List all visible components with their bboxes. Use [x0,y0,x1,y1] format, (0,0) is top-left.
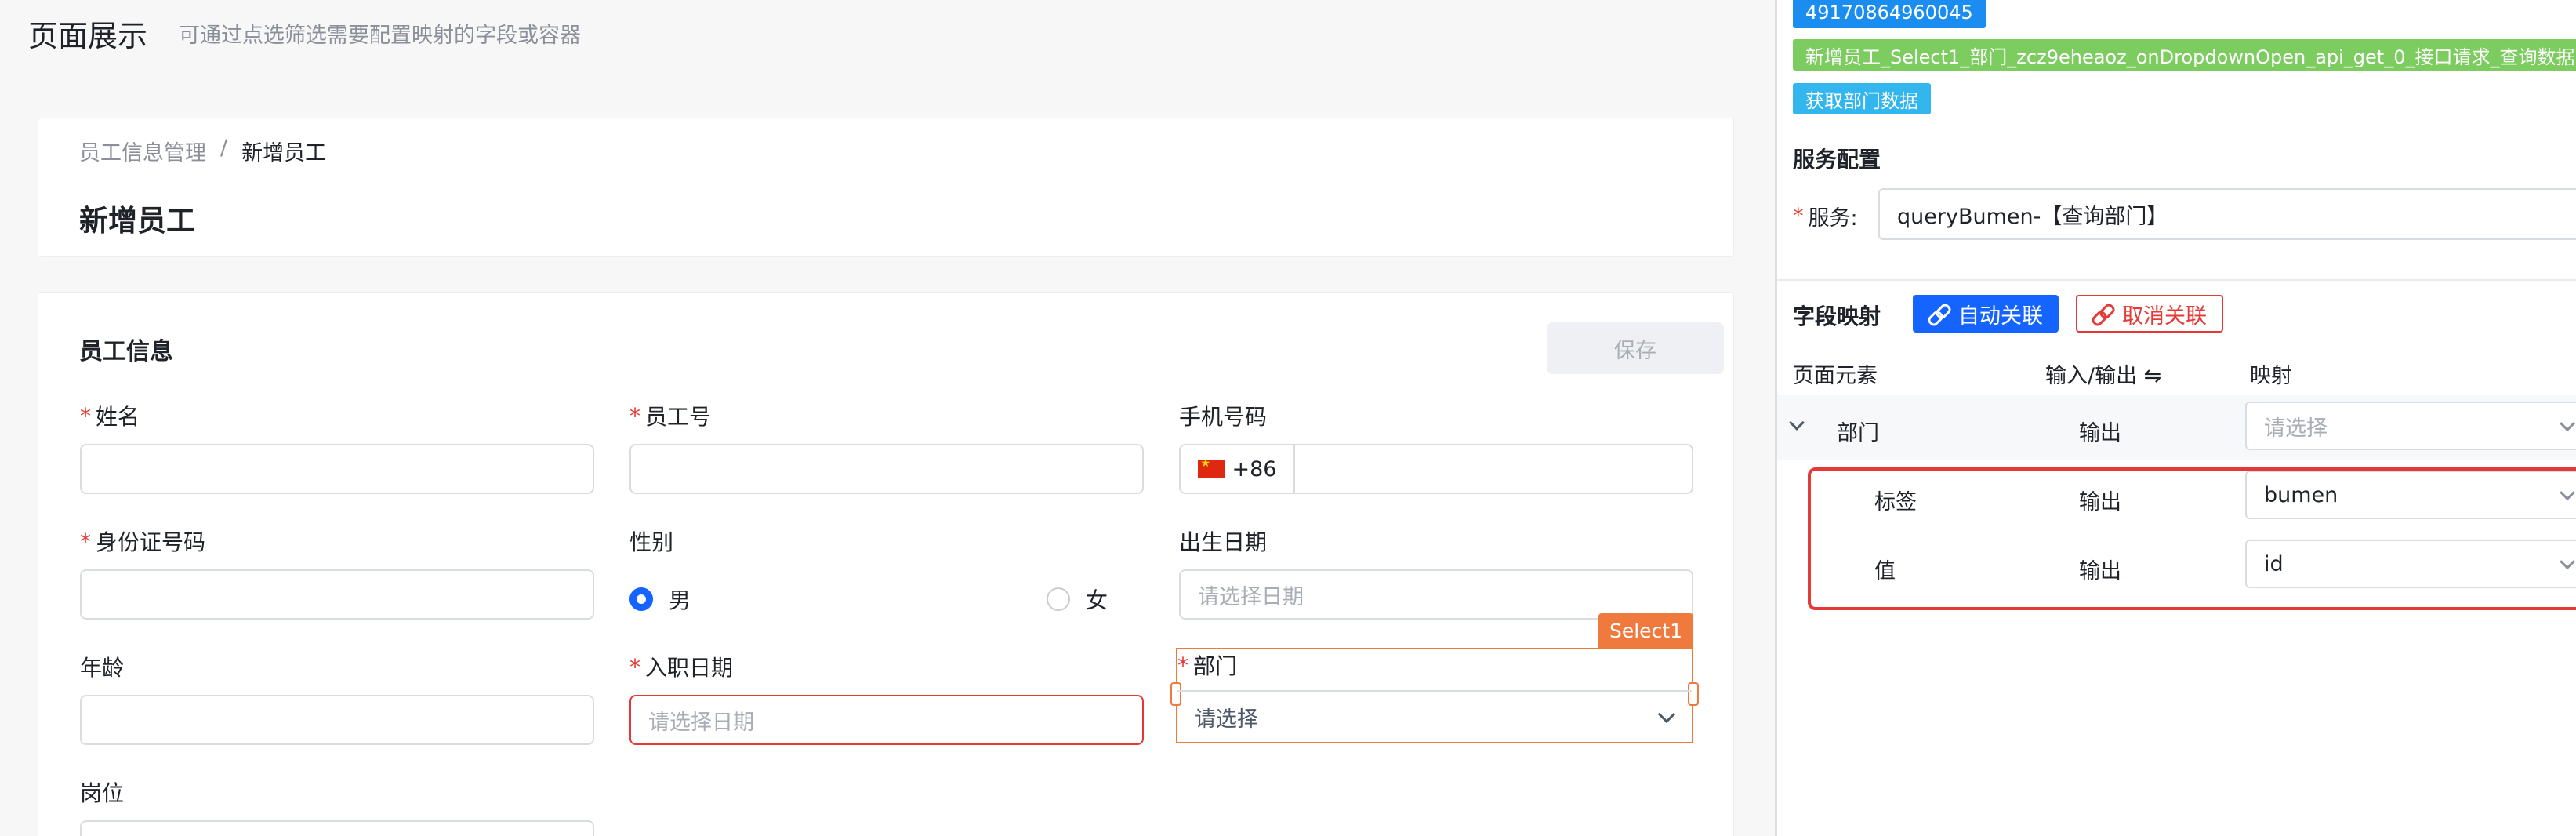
required-mark: * [1177,652,1188,678]
gender-radio-group: 男 女 [629,572,1144,620]
birth-date-picker[interactable]: 请选择日期 [1179,569,1693,620]
field-name: * 姓名 [80,400,594,494]
required-mark: * [80,402,91,429]
unlink-icon [2092,304,2111,323]
service-select[interactable]: queryBumen-【查询部门】 [1878,188,2576,240]
employee-no-input[interactable] [629,444,1144,494]
field-mapping-title: 字段映射 [1793,304,1881,329]
field-label: 手机号码 [1179,404,1268,430]
field-position: 岗位 [80,776,594,836]
event-name-chip[interactable]: 新增员工_Select1_部门_zcz9eheaoz_onDropdownOpe… [1793,39,2576,71]
selected-component-frame[interactable]: Select1 * 部门 请选择 [1170,613,1699,743]
cancel-link-label: 取消关联 [2122,304,2207,329]
page-preview: 页面展示 可通过点选筛选需要配置映射的字段或容器 员工信息管理 / 新增员工 新… [0,0,1777,836]
field-label: 员工号 [645,404,712,430]
radio-male[interactable]: 男 [629,583,691,615]
cancel-link-button[interactable]: 取消关联 [2076,295,2223,333]
table-row: 部门 输出 请选择 [1777,395,2576,460]
field-id-card: * 身份证号码 [80,525,594,620]
mapping-select[interactable]: 请选择 [2245,402,2576,450]
page-header: 页面展示 可通过点选筛选需要配置映射的字段或容器 [28,9,581,56]
chevron-down-icon [1657,705,1676,724]
required-mark: * [629,653,640,680]
name-input[interactable] [80,444,594,494]
field-label: 性别 [629,529,674,555]
radio-female[interactable]: 女 [1047,583,1108,615]
join-date-picker[interactable]: 请选择日期 [629,695,1144,745]
radio-unchecked-icon [1047,587,1070,611]
field-employee-no: * 员工号 [629,400,1144,494]
auto-link-button[interactable]: 自动关联 [1913,295,2059,333]
department-select[interactable]: 请选择 [1177,690,1692,742]
service-label: 服务: [1808,206,1858,231]
row-io: 输出 [2079,421,2121,445]
field-label: 部门 [1193,653,1238,679]
required-mark: * [629,402,640,429]
form-heading: 新增员工 [79,204,195,238]
column-header: 映射 [2250,363,2292,388]
field-label: 身份证号码 [96,529,206,555]
select-placeholder: 请选择 [1195,707,1258,732]
field-label: 出生日期 [1179,529,1268,555]
field-phone: 手机号码 +86 [1179,400,1693,494]
phone-input-group: +86 [1179,444,1693,494]
country-code: +86 [1232,456,1277,482]
field-label: 姓名 [96,404,140,430]
field-join-date: * 入职日期 请选择日期 [629,651,1144,745]
section-title: 员工信息 [79,338,173,365]
field-age: 年龄 [80,651,594,745]
chevron-down-icon [2560,416,2575,432]
page-subtitle: 可通过点选筛选需要配置映射的字段或容器 [179,23,582,48]
mapping-value: 请选择 [2264,416,2327,441]
chevron-down-icon[interactable] [1789,415,1805,431]
breadcrumb-parent[interactable]: 员工信息管理 [79,136,206,166]
highlight-box [1808,467,2576,610]
field-gender: 性别 男 女 [629,525,1144,620]
column-header: 输入/输出 ⇋ [2045,363,2162,388]
event-id-chip[interactable]: 49170864960045 [1793,0,1986,28]
required-mark: * [1793,204,1804,228]
china-flag-icon [1197,457,1225,478]
breadcrumb: 员工信息管理 / 新增员工 [79,136,326,166]
radio-checked-icon [629,587,653,611]
field-label: 入职日期 [645,655,734,681]
radio-label: 男 [669,587,691,613]
breadcrumb-separator: / [220,136,228,160]
page-title: 页面展示 [28,18,148,53]
age-input[interactable] [80,695,594,745]
column-header: 页面元素 [1793,363,1878,388]
header-card: 员工信息管理 / 新增员工 新增员工 [38,118,1734,257]
field-label: 岗位 [80,780,125,806]
service-config-title: 服务配置 [1793,147,1881,173]
action-chip[interactable]: 获取部门数据 [1793,83,1931,114]
row-element: 部门 [1837,421,1879,445]
phone-input[interactable] [1295,445,1692,493]
field-birth-date: 出生日期 请选择日期 [1179,525,1693,620]
position-input[interactable] [80,820,594,836]
link-icon [1928,304,1947,323]
component-tag[interactable]: Select1 [1598,613,1693,648]
field-label: 年龄 [80,655,125,681]
divider [1777,279,2576,281]
mapping-table-header: 页面元素 输入/输出 ⇋ 映射 [1777,351,2576,395]
auto-link-label: 自动关联 [1958,304,2043,329]
service-value: queryBumen-【查询部门】 [1897,204,2168,229]
country-code-select[interactable]: +86 [1181,445,1295,493]
id-card-input[interactable] [80,569,594,620]
required-mark: * [80,528,91,554]
save-button[interactable]: 保存 [1547,322,1724,374]
config-panel: 49170864960045 新增员工_Select1_部门_zcz9eheao… [1777,0,2576,836]
breadcrumb-current: 新增员工 [241,141,327,165]
radio-label: 女 [1086,587,1108,613]
